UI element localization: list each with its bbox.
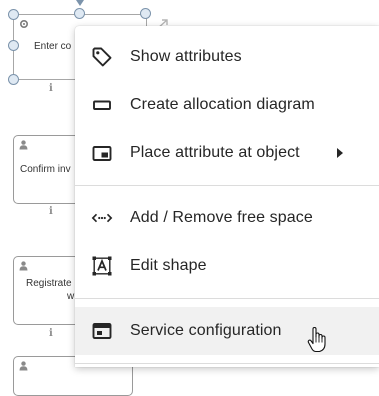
resize-handle-top-right[interactable] — [140, 8, 151, 19]
chevron-right-icon — [337, 148, 343, 158]
shape-label-line2: w — [67, 291, 75, 302]
rectangle-icon — [91, 94, 113, 116]
shape-label: Confirm inv — [20, 164, 71, 175]
free-space-icon — [91, 207, 113, 229]
hand-cursor-icon — [307, 327, 326, 353]
resize-handle-middle-left[interactable] — [8, 40, 19, 51]
edit-shape-icon — [91, 255, 113, 277]
menu-item-place-attribute[interactable]: Place attribute at object — [75, 129, 379, 177]
resize-handle-bottom-left[interactable] — [8, 74, 19, 85]
shape-label: Enter co — [34, 41, 72, 52]
gear-icon — [19, 19, 29, 34]
info-icon[interactable]: i — [49, 329, 53, 339]
menu-item-service-configuration[interactable]: Service configuration — [75, 307, 379, 355]
menu-item-label: Show attributes — [130, 48, 242, 65]
info-icon[interactable]: i — [49, 84, 53, 94]
service-config-icon — [91, 320, 113, 342]
resize-handle-top-middle[interactable] — [74, 8, 85, 19]
person-icon — [19, 140, 28, 155]
info-icon[interactable]: i — [49, 207, 53, 217]
menu-divider — [75, 363, 379, 364]
menu-divider — [75, 185, 379, 186]
menu-item-label: Place attribute at object — [130, 144, 300, 161]
shape-label-line1: Registrate — [26, 278, 72, 289]
tag-icon — [91, 46, 113, 68]
context-menu: Show attributes Create allocation diagra… — [75, 26, 379, 367]
resize-handle-top-left[interactable] — [8, 9, 19, 20]
person-icon — [19, 361, 28, 376]
menu-item-label: Add / Remove free space — [130, 209, 313, 226]
menu-item-edit-shape[interactable]: Edit shape — [75, 242, 379, 290]
menu-item-label: Edit shape — [130, 257, 207, 274]
menu-item-label: Create allocation diagram — [130, 96, 315, 113]
person-icon — [19, 261, 28, 276]
menu-item-label: Service configuration — [130, 322, 282, 339]
menu-item-create-allocation-diagram[interactable]: Create allocation diagram — [75, 81, 379, 129]
menu-item-show-attributes[interactable]: Show attributes — [75, 33, 379, 81]
connector-arrow-icon[interactable] — [74, 0, 86, 8]
menu-divider — [75, 298, 379, 299]
placement-icon — [91, 142, 113, 164]
menu-item-add-remove-free-space[interactable]: Add / Remove free space — [75, 194, 379, 242]
